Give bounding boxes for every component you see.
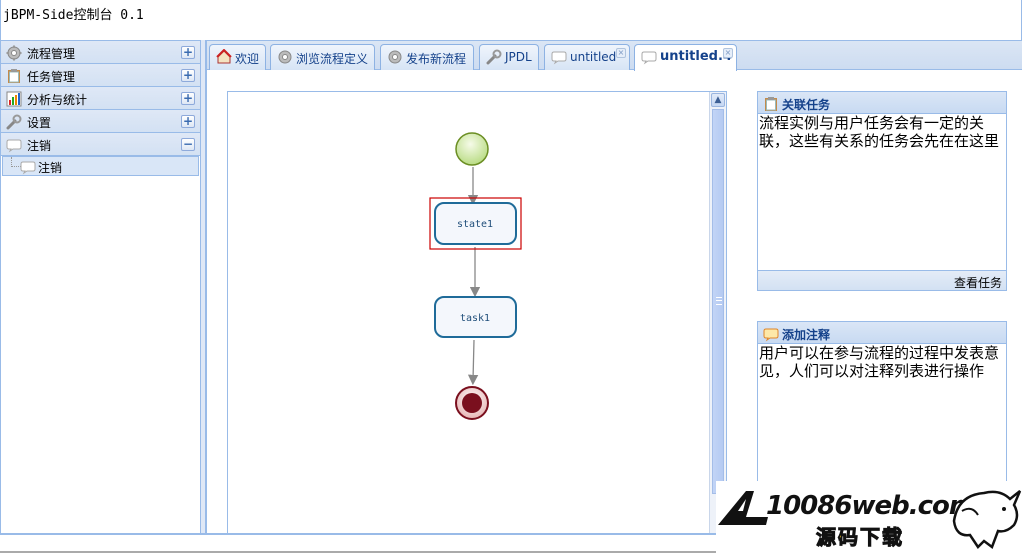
app-title: jBPM-Side控制台 0.1 [3, 8, 144, 23]
scroll-up-button[interactable]: ▲ [711, 93, 725, 107]
portlet-header: 关联任务 [758, 92, 1006, 114]
gear-icon [278, 50, 292, 64]
expand-button[interactable]: + [181, 69, 195, 82]
comment-icon [763, 328, 779, 342]
task1-label: task1 [460, 313, 490, 324]
watermark-subtitle: 源码下载 [816, 525, 904, 550]
portlet-title: 关联任务 [782, 98, 831, 112]
watermark-domain: 10086web.com [766, 491, 976, 521]
sidebar-item-settings[interactable]: 设置 + [1, 110, 200, 133]
process-diagram: state1 task1 [429, 132, 522, 420]
sidebar-item-label: 任务管理 [27, 70, 76, 84]
wrench-icon [486, 49, 502, 65]
bar-chart-icon [6, 91, 22, 107]
clipboard-icon [765, 97, 777, 111]
speech-bubble-icon [20, 161, 36, 175]
tab-label: 浏览流程定义 [296, 52, 369, 66]
tab-jpdl[interactable]: JPDL [479, 44, 539, 70]
process-diagram-canvas[interactable]: state1 task1 ▲ [227, 91, 727, 536]
tab-label: 欢迎 [235, 52, 260, 66]
gear-icon [6, 45, 22, 61]
gear-icon [388, 50, 402, 64]
expand-button[interactable]: + [181, 46, 195, 59]
scroll-thumb[interactable] [712, 109, 724, 494]
watermark-logo-icon [718, 491, 768, 525]
wrench-icon [6, 114, 22, 130]
portlet-footer: 查看任务 [758, 270, 1006, 290]
portlet-body: 用户可以在参与流程的过程中发表意见，人们可以对注释列表进行操作 [759, 344, 1000, 380]
close-icon[interactable]: × [723, 48, 733, 58]
diagram-vertical-scrollbar[interactable]: ▲ [709, 92, 726, 536]
tab-label: JPDL [505, 50, 532, 64]
app-header: jBPM-Side控制台 0.1 [0, 0, 1022, 40]
tab-label: 发布新流程 [406, 52, 467, 66]
scroll-grip-icon [716, 297, 722, 305]
sidebar-item-logout[interactable]: 注销 − [1, 133, 200, 156]
tab-browse-process-definitions[interactable]: 浏览流程定义 [270, 44, 375, 70]
sidebar-item-analysis[interactable]: 分析与统计 + [1, 87, 200, 110]
end-event-core [462, 393, 482, 413]
tab-deploy-new-process[interactable]: 发布新流程 [380, 44, 474, 70]
tab-strip: 欢迎 浏览流程定义 发布新流程 JPDL untitled × untitled… [207, 41, 1022, 71]
clipboard-icon [8, 69, 20, 83]
sidebar-item-label: 注销 [27, 139, 52, 153]
view-tasks-link[interactable]: 查看任务 [954, 274, 1002, 291]
watermark: 10086web.com 源码下载 [716, 481, 1022, 553]
expand-button[interactable]: + [181, 115, 195, 128]
tree-node-label: 注销 [38, 161, 63, 175]
tab-label: untitled [570, 50, 617, 64]
speech-bubble-icon [641, 51, 657, 65]
transition-task1-end[interactable] [467, 339, 479, 386]
sidebar-item-label: 分析与统计 [27, 93, 88, 107]
rhino-icon [952, 490, 1022, 550]
portlet-body: 流程实例与用户任务会有一定的关联，这些有关系的任务会先在在这里 [759, 114, 1000, 150]
collapse-button[interactable]: − [181, 138, 195, 151]
tab-untitled[interactable]: untitled × [544, 44, 630, 70]
sidebar-item-label: 设置 [27, 116, 52, 130]
expand-button[interactable]: + [181, 92, 195, 105]
portlet-title: 添加注释 [782, 328, 831, 342]
close-icon[interactable]: × [616, 48, 626, 58]
home-icon [216, 49, 232, 64]
state1-label: state1 [457, 219, 493, 230]
portlet-header: 添加注释 [758, 322, 1006, 344]
sidebar-item-label: 流程管理 [27, 47, 76, 61]
tree-node-logout[interactable]: 注销 [2, 156, 199, 176]
sidebar: 流程管理 + 任务管理 + 分析与统计 + 设置 + 注销 − 注销 [0, 40, 201, 534]
start-event[interactable] [455, 132, 489, 166]
speech-bubble-icon [6, 139, 22, 153]
portlet-related-tasks: 关联任务 流程实例与用户任务会有一定的关联，这些有关系的任务会先在在这里 查看任… [757, 91, 1007, 291]
sidebar-item-task-management[interactable]: 任务管理 + [1, 64, 200, 87]
sidebar-item-process-management[interactable]: 流程管理 + [1, 41, 200, 64]
main-tab-panel: 欢迎 浏览流程定义 发布新流程 JPDL untitled × untitled… [206, 40, 1022, 536]
tab-label: untitled.4 [660, 49, 732, 64]
tab-untitled-4[interactable]: untitled.4 × [634, 44, 737, 71]
speech-bubble-icon [551, 51, 567, 65]
tab-welcome[interactable]: 欢迎 [209, 44, 266, 70]
